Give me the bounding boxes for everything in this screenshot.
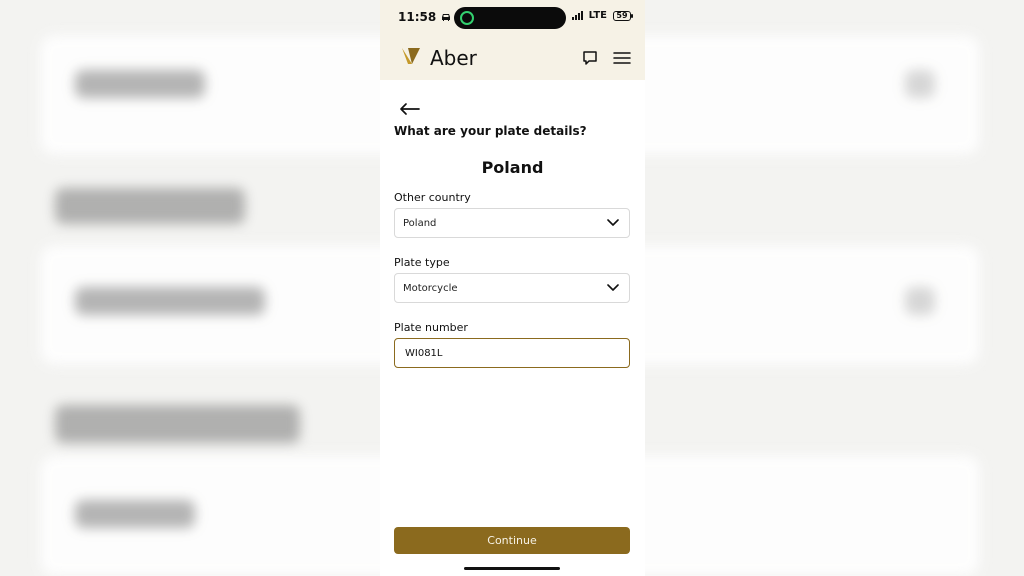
continue-button[interactable]: Continue	[394, 527, 630, 554]
app-indicator-icon	[460, 11, 474, 25]
main-content: What are your plate details? Poland Othe…	[380, 80, 645, 368]
continue-label: Continue	[487, 534, 537, 547]
chevron-down-icon	[605, 280, 621, 296]
page-title: What are your plate details?	[394, 124, 587, 138]
back-icon[interactable]	[398, 98, 424, 120]
plate-number-label: Plate number	[394, 321, 468, 334]
car-icon	[440, 12, 452, 22]
brand-logo[interactable]: Aber	[400, 46, 477, 70]
home-indicator	[464, 567, 560, 570]
app-header: Aber	[380, 36, 645, 80]
dynamic-island	[454, 7, 566, 29]
bg-text	[55, 188, 245, 224]
chevron-down-icon	[605, 215, 621, 231]
brand-name: Aber	[430, 46, 477, 70]
other-country-select[interactable]: Poland	[394, 208, 630, 238]
status-time: 11:58	[398, 10, 452, 24]
plate-number-field[interactable]	[394, 338, 630, 368]
status-bar: 11:58 LTE 59	[380, 0, 645, 36]
bg-text	[75, 500, 195, 528]
status-right: LTE 59	[571, 10, 633, 21]
signal-icon	[571, 11, 583, 20]
plate-type-label: Plate type	[394, 256, 450, 269]
chat-icon[interactable]	[579, 47, 601, 69]
bg-text	[75, 287, 265, 315]
battery-icon: 59	[613, 10, 633, 21]
plate-type-value: Motorcycle	[403, 282, 458, 294]
mobile-screen: 11:58 LTE 59 Aber What are your plate de…	[380, 0, 645, 576]
menu-icon[interactable]	[611, 47, 633, 69]
country-title: Poland	[481, 158, 544, 177]
network-text: LTE	[588, 10, 607, 21]
logo-mark-icon	[400, 46, 424, 70]
plate-number-input[interactable]	[403, 346, 621, 360]
other-country-label: Other country	[394, 191, 471, 204]
bg-text	[75, 70, 205, 98]
battery-text: 59	[616, 10, 628, 20]
bg-text	[905, 287, 935, 315]
other-country-value: Poland	[403, 217, 437, 229]
header-actions	[579, 47, 633, 69]
time-text: 11:58	[398, 10, 437, 24]
plate-type-select[interactable]: Motorcycle	[394, 273, 630, 303]
bg-text	[905, 70, 935, 98]
bg-text	[55, 405, 300, 443]
